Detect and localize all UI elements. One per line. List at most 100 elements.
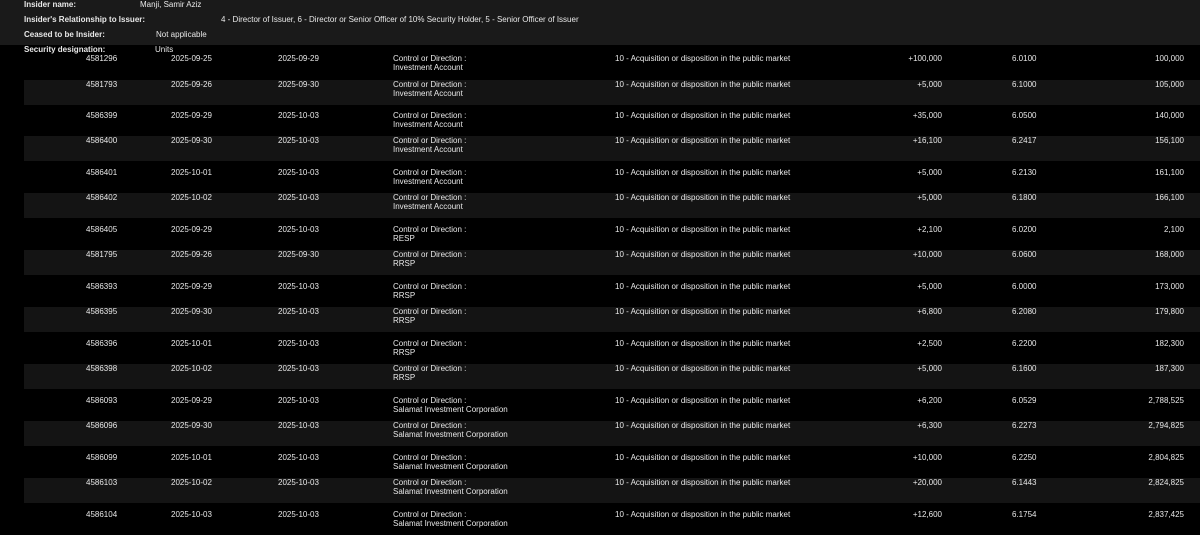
ownership-label: Control or Direction : xyxy=(393,307,467,316)
ownership-type: Control or Direction : RRSP xyxy=(393,282,466,300)
filing-date: 2025-10-03 xyxy=(278,421,319,430)
transaction-id: 4586399 xyxy=(86,111,118,120)
ownership-label: Control or Direction : xyxy=(393,225,467,234)
ownership-label: Control or Direction : xyxy=(393,421,467,430)
registered-holder: RRSP xyxy=(393,373,416,382)
ownership-label: Control or Direction : xyxy=(393,80,467,89)
insider-relationship-label: Insider's Relationship to Issuer: xyxy=(24,15,146,24)
number-or-value: +6,300 xyxy=(917,421,942,430)
table-row: 4586093 2025-09-29 2025-10-03 Control or Di… xyxy=(0,396,1200,421)
transaction-id: 4586396 xyxy=(86,339,118,348)
unit-price: 6.2200 xyxy=(1012,339,1037,348)
nature-of-transaction: 10 - Acquisition or disposition in the p… xyxy=(615,510,791,519)
table-row: 4586096 2025-09-30 2025-10-03 Control or Di… xyxy=(0,421,1200,446)
ownership-label: Control or Direction : xyxy=(393,193,467,202)
ownership-type: Control or Direction : RRSP xyxy=(393,307,466,325)
ownership-label: Control or Direction : xyxy=(393,478,467,487)
nature-of-transaction: 10 - Acquisition or disposition in the p… xyxy=(615,193,791,202)
transaction-date: 2025-09-30 xyxy=(171,421,212,430)
ceased-value: Not applicable xyxy=(156,30,207,39)
ownership-label: Control or Direction : xyxy=(393,396,467,405)
ownership-label: Control or Direction : xyxy=(393,339,467,348)
ownership-type: Control or Direction : Investment Account xyxy=(393,193,466,211)
number-or-value: +6,200 xyxy=(917,396,942,405)
insider-name-label: Insider name: xyxy=(24,0,77,9)
filing-date: 2025-10-03 xyxy=(278,510,319,519)
table-row: 4586400 2025-09-30 2025-10-03 Control or Di… xyxy=(0,136,1200,161)
filing-date: 2025-10-03 xyxy=(278,339,319,348)
ownership-label: Control or Direction : xyxy=(393,453,467,462)
table-row: 4586399 2025-09-29 2025-10-03 Control or Di… xyxy=(0,111,1200,136)
insider-relationship-value: 4 - Director of Issuer, 6 - Director or … xyxy=(221,15,579,24)
registered-holder: Salamat Investment Corporation xyxy=(393,405,508,414)
number-or-value: +5,000 xyxy=(917,80,942,89)
transaction-date: 2025-09-30 xyxy=(171,307,212,316)
transaction-id: 4586104 xyxy=(86,510,118,519)
ownership-label: Control or Direction : xyxy=(393,364,467,373)
number-or-value: +10,000 xyxy=(912,250,942,259)
transaction-date: 2025-09-29 xyxy=(171,225,212,234)
unit-price: 6.2273 xyxy=(1012,421,1037,430)
table-row: 4586104 2025-10-03 2025-10-03 Control or Di… xyxy=(0,510,1200,535)
unit-price: 6.0200 xyxy=(1012,225,1037,234)
transaction-date: 2025-09-26 xyxy=(171,250,212,259)
ownership-type: Control or Direction : Salamat Investment… xyxy=(393,510,508,528)
filing-date: 2025-10-03 xyxy=(278,282,319,291)
transaction-id: 4586103 xyxy=(86,478,118,487)
ownership-type: Control or Direction : RESP xyxy=(393,225,466,243)
ownership-type: Control or Direction : Salamat Investment… xyxy=(393,421,508,439)
registered-holder: Salamat Investment Corporation xyxy=(393,487,508,496)
transaction-date: 2025-10-01 xyxy=(171,339,212,348)
closing-balance: 2,837,425 xyxy=(1148,510,1184,519)
transaction-date: 2025-09-29 xyxy=(171,111,212,120)
transaction-id: 4581793 xyxy=(86,80,118,89)
filing-date: 2025-09-30 xyxy=(278,250,319,259)
registered-holder: Investment Account xyxy=(393,63,463,72)
registered-holder: Investment Account xyxy=(393,120,463,129)
transaction-date: 2025-10-02 xyxy=(171,478,212,487)
closing-balance: 168,000 xyxy=(1155,250,1184,259)
nature-of-transaction: 10 - Acquisition or disposition in the p… xyxy=(615,421,791,430)
transaction-id: 4581795 xyxy=(86,250,118,259)
closing-balance: 187,300 xyxy=(1155,364,1184,373)
transaction-date: 2025-09-29 xyxy=(171,396,212,405)
nature-of-transaction: 10 - Acquisition or disposition in the p… xyxy=(615,225,791,234)
closing-balance: 161,100 xyxy=(1155,168,1184,177)
filing-date: 2025-10-03 xyxy=(278,111,319,120)
nature-of-transaction: 10 - Acquisition or disposition in the p… xyxy=(615,111,791,120)
transaction-date: 2025-10-01 xyxy=(171,453,212,462)
number-or-value: +20,000 xyxy=(912,478,942,487)
table-row: 4581793 2025-09-26 2025-09-30 Control or Di… xyxy=(0,80,1200,105)
ownership-type: Control or Direction : Investment Account xyxy=(393,136,466,154)
ownership-label: Control or Direction : xyxy=(393,111,467,120)
filing-date: 2025-10-03 xyxy=(278,225,319,234)
table-row: 4586103 2025-10-02 2025-10-03 Control or Di… xyxy=(0,478,1200,503)
nature-of-transaction: 10 - Acquisition or disposition in the p… xyxy=(615,339,791,348)
ownership-type: Control or Direction : Salamat Investment… xyxy=(393,396,508,414)
unit-price: 6.1000 xyxy=(1012,80,1037,89)
nature-of-transaction: 10 - Acquisition or disposition in the p… xyxy=(615,364,791,373)
filing-date: 2025-09-30 xyxy=(278,80,319,89)
nature-of-transaction: 10 - Acquisition or disposition in the p… xyxy=(615,478,791,487)
ownership-type: Control or Direction : Salamat Investment… xyxy=(393,478,508,496)
closing-balance: 156,100 xyxy=(1155,136,1184,145)
number-or-value: +2,100 xyxy=(917,225,942,234)
transaction-id: 4586402 xyxy=(86,193,118,202)
closing-balance: 173,000 xyxy=(1155,282,1184,291)
ownership-type: Control or Direction : RRSP xyxy=(393,364,466,382)
transaction-date: 2025-10-01 xyxy=(171,168,212,177)
unit-price: 6.0000 xyxy=(1012,282,1037,291)
filing-date: 2025-10-03 xyxy=(278,478,319,487)
closing-balance: 105,000 xyxy=(1155,80,1184,89)
transaction-id: 4586395 xyxy=(86,307,118,316)
nature-of-transaction: 10 - Acquisition or disposition in the p… xyxy=(615,250,791,259)
security-designation-label: Security designation: xyxy=(24,45,106,54)
closing-balance: 2,804,825 xyxy=(1148,453,1184,462)
transaction-date: 2025-09-29 xyxy=(171,282,212,291)
ownership-label: Control or Direction : xyxy=(393,282,467,291)
closing-balance: 2,788,525 xyxy=(1148,396,1184,405)
closing-balance: 140,000 xyxy=(1155,111,1184,120)
unit-price: 6.2080 xyxy=(1012,307,1037,316)
number-or-value: +5,000 xyxy=(917,364,942,373)
registered-holder: RRSP xyxy=(393,259,416,268)
